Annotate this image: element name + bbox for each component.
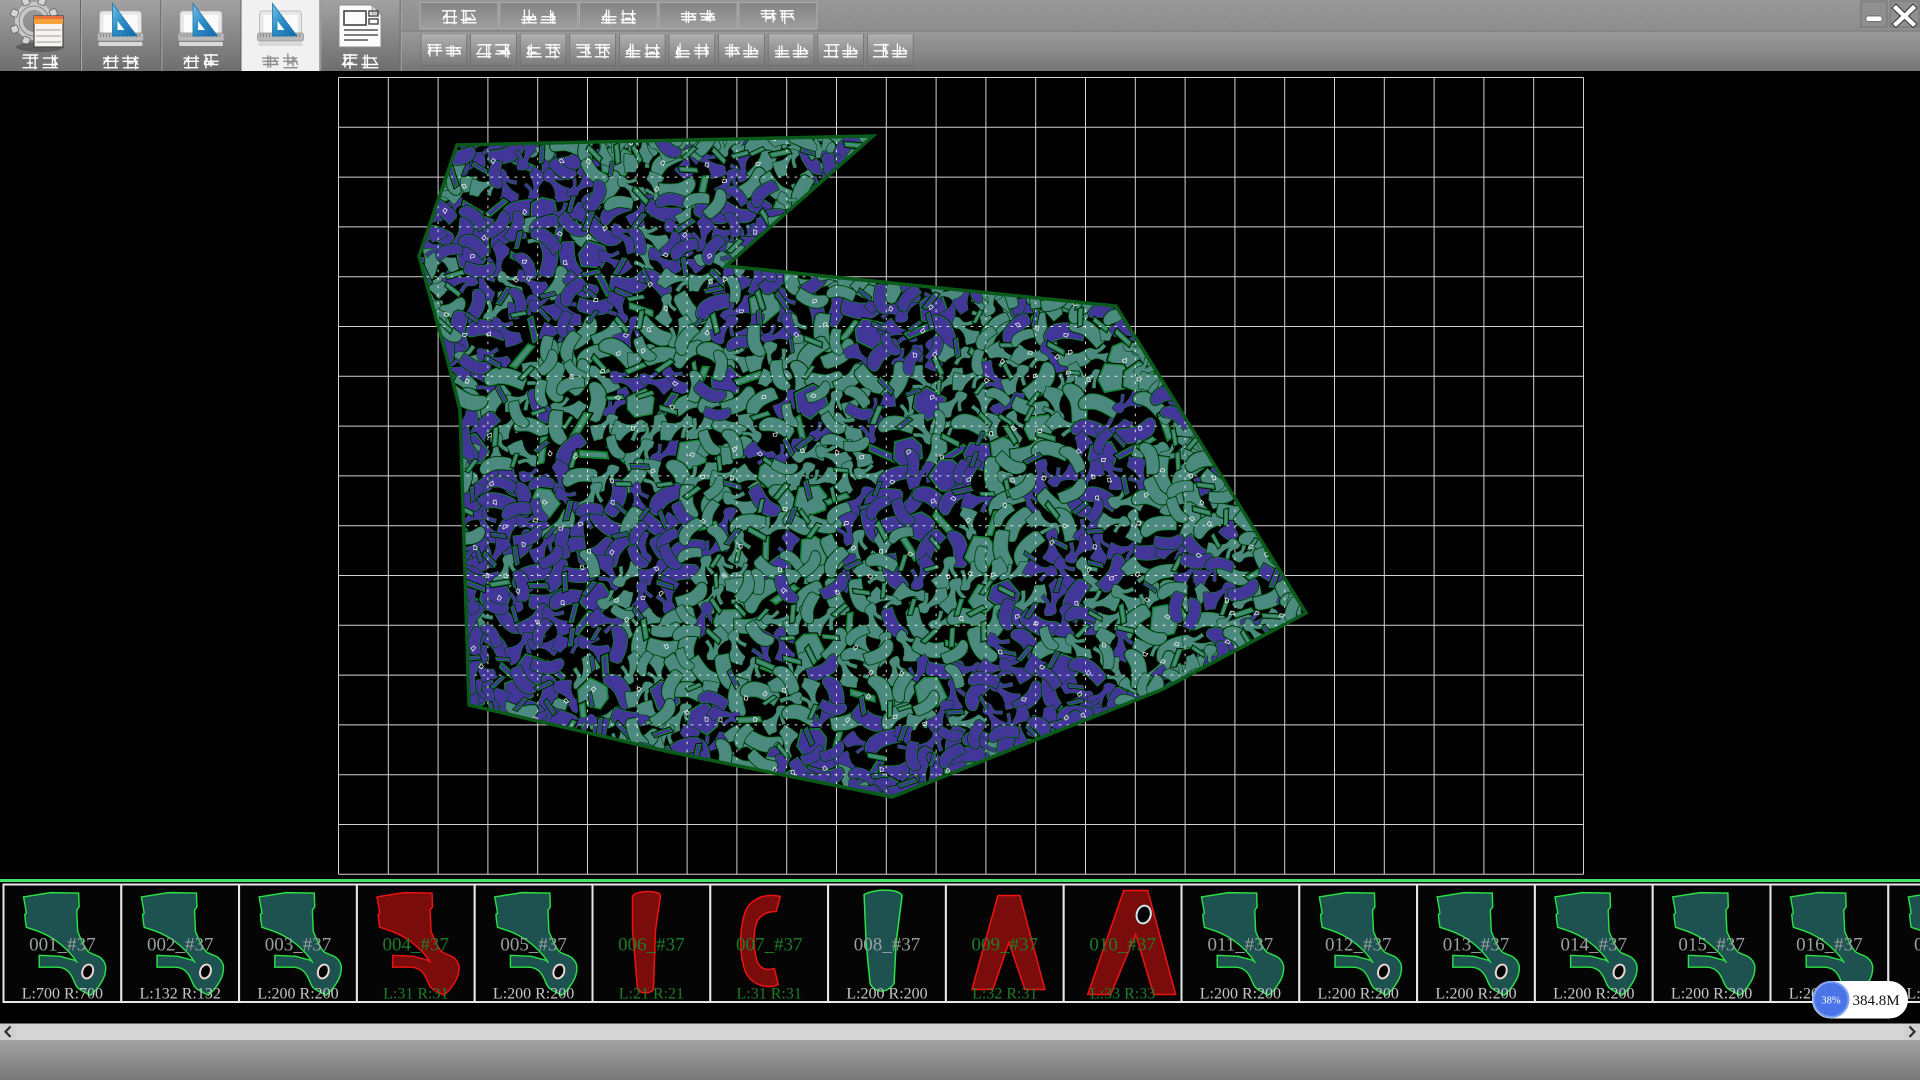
svg-text:L:200 R:200: L:200 R:200: [1553, 986, 1634, 1003]
svg-text:L:200 R:200: L:200 R:200: [846, 986, 927, 1003]
svg-text:016_#37: 016_#37: [1796, 935, 1863, 956]
svg-text:011_#37: 011_#37: [1208, 935, 1274, 956]
svg-text:006_#37: 006_#37: [618, 935, 685, 956]
svg-text:L:200 R:200: L:200 R:200: [1907, 986, 1920, 1003]
svg-text:L:200 R:200: L:200 R:200: [1671, 986, 1752, 1003]
svg-text:L:200 R:200: L:200 R:200: [493, 986, 574, 1003]
svg-text:L:200 R:200: L:200 R:200: [257, 986, 338, 1003]
svg-text:009_#37: 009_#37: [972, 935, 1039, 956]
svg-text:384.8M: 384.8M: [1852, 993, 1899, 1009]
svg-text:L:31 R:31: L:31 R:31: [383, 986, 448, 1003]
svg-text:004_#37: 004_#37: [383, 935, 450, 956]
svg-text:010_#37: 010_#37: [1089, 935, 1156, 956]
svg-text:007_#37: 007_#37: [736, 935, 803, 956]
svg-text:008_#37: 008_#37: [854, 935, 921, 956]
svg-text:L:21 R:21: L:21 R:21: [619, 986, 684, 1003]
svg-text:L:31 R:31: L:31 R:31: [737, 986, 802, 1003]
svg-text:012_#37: 012_#37: [1325, 935, 1392, 956]
svg-text:L:200 R:200: L:200 R:200: [1435, 986, 1516, 1003]
svg-text:005_#37: 005_#37: [500, 935, 567, 956]
svg-text:L:132 R:132: L:132 R:132: [140, 986, 221, 1003]
svg-text:002_#37: 002_#37: [147, 935, 214, 956]
svg-text:013_#37: 013_#37: [1443, 935, 1510, 956]
svg-text:001_#37: 001_#37: [29, 935, 96, 956]
svg-text:L:32 R:31: L:32 R:31: [972, 986, 1037, 1003]
svg-text:L:200 R:200: L:200 R:200: [1318, 986, 1399, 1003]
svg-text:014_#37: 014_#37: [1561, 935, 1628, 956]
svg-text:L:33 R:33: L:33 R:33: [1090, 986, 1155, 1003]
svg-text:L:700 R:700: L:700 R:700: [22, 986, 103, 1003]
svg-text:L:200 R:200: L:200 R:200: [1200, 986, 1281, 1003]
svg-text:017_#37: 017_#37: [1914, 935, 1920, 956]
svg-text:38%: 38%: [1821, 996, 1841, 1007]
svg-text:003_#37: 003_#37: [265, 935, 332, 956]
svg-text:015_#37: 015_#37: [1678, 935, 1745, 956]
